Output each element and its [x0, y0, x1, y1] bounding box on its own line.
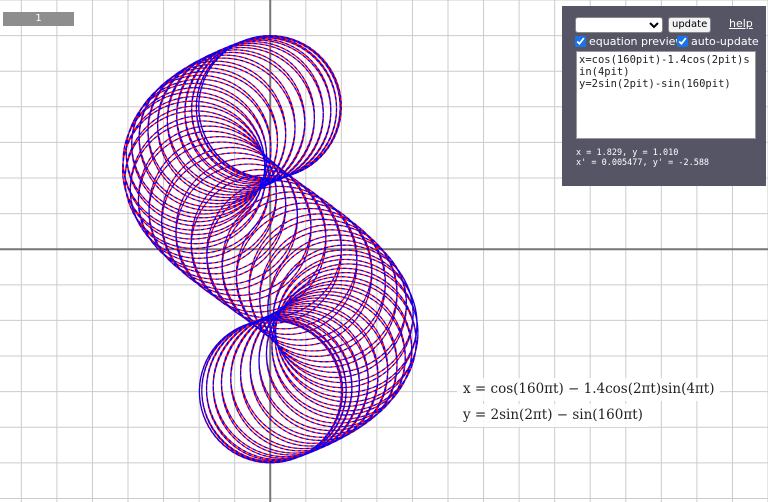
equation-preview-toggle[interactable]: equation preview	[575, 35, 684, 48]
parameter-slider[interactable]: 1	[3, 12, 74, 26]
control-panel: update help equation preview auto-update…	[562, 6, 766, 186]
auto-update-toggle[interactable]: auto-update	[677, 35, 759, 48]
derivative-readout: x' = 0.005477, y' = -2.588	[576, 158, 710, 168]
update-button[interactable]: update	[668, 17, 712, 33]
preset-dropdown[interactable]	[575, 17, 663, 33]
slider-value: 1	[35, 13, 42, 24]
point-readout: x = 1.829, y = 1.010	[576, 148, 679, 158]
equation-preview-checkbox[interactable]	[575, 36, 586, 47]
auto-update-checkbox[interactable]	[677, 36, 688, 47]
equation-preview: x = cos(160πt) − 1.4cos(2πt)sin(4πt) y =…	[457, 378, 721, 430]
y-equation-preview: y = 2sin(2πt) − sin(160πt)	[457, 404, 649, 427]
help-link[interactable]: help	[729, 17, 753, 30]
equation-input[interactable]	[576, 51, 756, 139]
auto-update-label: auto-update	[691, 35, 759, 48]
x-equation-preview: x = cos(160πt) − 1.4cos(2πt)sin(4πt)	[457, 378, 721, 401]
equation-preview-label: equation preview	[589, 35, 685, 48]
